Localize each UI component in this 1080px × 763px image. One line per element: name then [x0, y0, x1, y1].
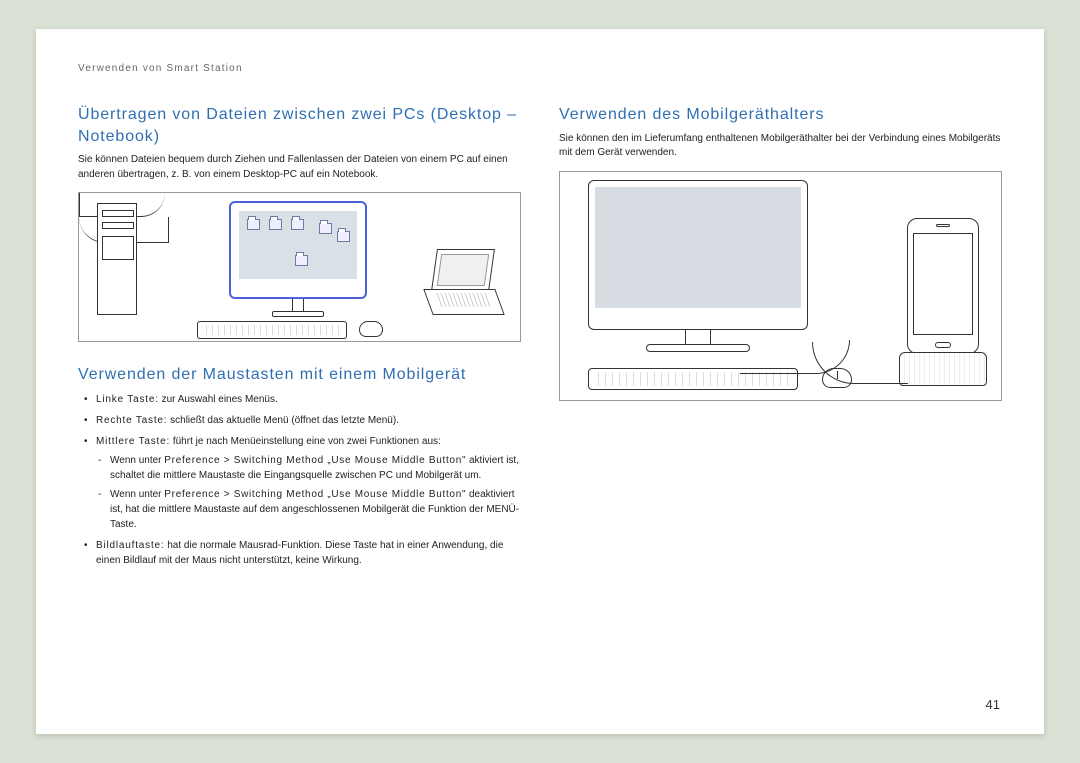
monitor-base-icon: [272, 311, 324, 317]
heading-mouse-mobile: Verwenden der Maustasten mit einem Mobil…: [78, 364, 521, 386]
term-right-button: Rechte Taste:: [96, 415, 167, 426]
term-left-button: Linke Taste:: [96, 394, 159, 405]
list-item: Bildlauftaste: hat die normale Mausrad-F…: [84, 538, 521, 568]
term-scroll-button: Bildlauftaste:: [96, 540, 164, 551]
sublist-item: Wenn unter Preference > Switching Method…: [96, 453, 521, 483]
tower-pc-icon: [97, 203, 137, 315]
phone-dock-icon: [899, 352, 987, 386]
monitor-icon: [588, 180, 808, 330]
two-column-layout: Übertragen von Dateien zwischen zwei PCs…: [78, 104, 1002, 574]
sub1-emph: Preference > Switching Method „Use Mouse…: [164, 455, 466, 466]
figure-desktop-notebook: [78, 192, 521, 342]
heading-transfer-files: Übertragen von Dateien zwischen zwei PCs…: [78, 104, 521, 147]
paragraph-transfer-files: Sie können Dateien bequem durch Ziehen u…: [78, 153, 521, 182]
heading-mobile-stand: Verwenden des Mobilgeräthalters: [559, 104, 1002, 126]
desc-left-button: zur Auswahl eines Menüs.: [159, 394, 278, 405]
sub1-pre: Wenn unter: [110, 455, 164, 466]
smartphone-icon: [907, 218, 979, 354]
middle-button-sublist: Wenn unter Preference > Switching Method…: [96, 453, 521, 532]
header-section-label: Verwenden von Smart Station: [78, 63, 1002, 74]
figure-mobile-stand: [559, 171, 1002, 401]
page-number: 41: [986, 697, 1000, 712]
term-middle-button: Mittlere Taste:: [96, 436, 170, 447]
list-item: Linke Taste: zur Auswahl eines Menüs.: [84, 392, 521, 407]
list-item: Mittlere Taste: führt je nach Menüeinste…: [84, 434, 521, 532]
mouse-button-list: Linke Taste: zur Auswahl eines Menüs. Re…: [78, 392, 521, 568]
left-column: Übertragen von Dateien zwischen zwei PCs…: [78, 104, 521, 574]
sub2-pre: Wenn unter: [110, 489, 164, 500]
monitor-base-icon: [646, 344, 750, 352]
laptop-icon: [430, 249, 502, 319]
desc-middle-button: führt je nach Menüeinstellung eine von z…: [170, 436, 441, 447]
right-column: Verwenden des Mobilgeräthalters Sie könn…: [559, 104, 1002, 574]
mouse-icon: [359, 321, 383, 337]
keyboard-icon: [197, 321, 347, 339]
desc-right-button: schließt das aktuelle Menü (öffnet das l…: [167, 415, 399, 426]
paragraph-mobile-stand: Sie können den im Lieferumfang enthalten…: [559, 132, 1002, 161]
manual-page: Verwenden von Smart Station Übertragen v…: [36, 29, 1044, 734]
sub2-emph: Preference > Switching Method „Use Mouse…: [164, 489, 466, 500]
list-item: Rechte Taste: schließt das aktuelle Menü…: [84, 413, 521, 428]
monitor-icon: [229, 201, 367, 299]
sublist-item: Wenn unter Preference > Switching Method…: [96, 487, 521, 532]
